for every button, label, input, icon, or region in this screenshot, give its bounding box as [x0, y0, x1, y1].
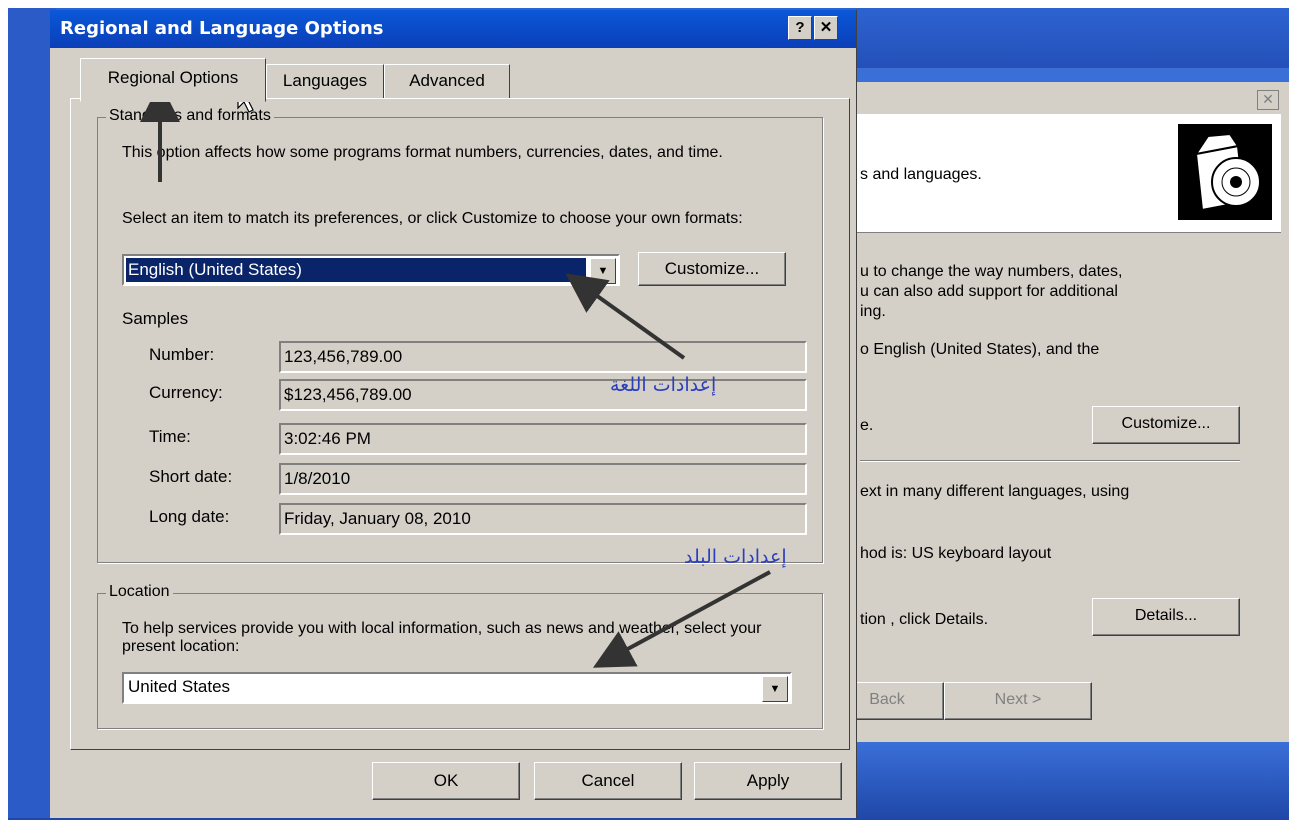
apply-button[interactable]: Apply — [694, 762, 842, 800]
background-next-button[interactable]: Next > — [944, 682, 1092, 720]
sample-label-currency: Currency: — [149, 383, 223, 402]
tab-advanced[interactable]: Advanced — [384, 64, 510, 100]
background-line-8: tion , click Details. — [860, 611, 989, 628]
location-dropdown-value: United States — [128, 677, 231, 696]
sample-value-time: 3:02:46 PM — [279, 423, 807, 455]
background-window-header: s and languages. — [850, 114, 1281, 233]
dialog-title: Regional and Language Options — [60, 18, 384, 39]
screen: ✕ s and languages. u to change the way n… — [0, 0, 1289, 820]
sample-label-number: Number: — [149, 345, 215, 364]
ok-button[interactable]: OK — [372, 762, 520, 800]
standards-group: Standards and formats This option affect… — [97, 107, 823, 563]
help-button[interactable]: ? — [788, 16, 812, 40]
regional-language-dialog: Regional and Language Options ? ✕ Region… — [50, 10, 857, 818]
location-group: Location To help services provide you wi… — [97, 583, 823, 729]
sample-label-time: Time: — [149, 427, 191, 446]
chevron-down-icon[interactable]: ▼ — [590, 258, 616, 284]
tab-panel: Standards and formats This option affect… — [70, 98, 850, 750]
sample-label-long-date: Long date: — [149, 507, 230, 526]
desktop-background-left — [8, 8, 56, 818]
standards-legend: Standards and formats — [106, 107, 274, 125]
select-prompt: Select an item to match its preferences,… — [122, 210, 743, 227]
location-description: To help services provide you with local … — [122, 620, 762, 655]
sample-value-long-date: Friday, January 08, 2010 — [279, 503, 807, 535]
background-wizard-window: ✕ s and languages. u to change the way n… — [830, 82, 1289, 742]
background-line-3: ing. — [860, 303, 886, 320]
tab-languages[interactable]: Languages — [266, 64, 384, 100]
close-button[interactable]: ✕ — [814, 16, 838, 40]
background-separator — [860, 460, 1240, 462]
background-details-button[interactable]: Details... — [1092, 598, 1240, 636]
customize-button[interactable]: Customize... — [638, 252, 786, 286]
language-settings-annotation: إعدادات اللغة — [610, 374, 717, 396]
sample-value-short-date: 1/8/2010 — [279, 463, 807, 495]
background-header-text: s and languages. — [860, 166, 982, 183]
format-dropdown-value: English (United States) — [126, 258, 586, 282]
background-line-2: u can also add support for additional — [860, 283, 1118, 300]
standards-description: This option affects how some programs fo… — [122, 144, 723, 161]
background-window-titlebar: ✕ — [850, 82, 1289, 114]
location-legend: Location — [106, 583, 173, 601]
country-settings-annotation: إعدادات البلد — [684, 546, 787, 568]
background-line-1: u to change the way numbers, dates, — [860, 263, 1123, 280]
background-customize-button[interactable]: Customize... — [1092, 406, 1240, 444]
dialog-titlebar[interactable]: Regional and Language Options ? ✕ — [50, 10, 856, 48]
background-line-4: o English (United States), and the — [860, 341, 1100, 358]
sample-value-number: 123,456,789.00 — [279, 341, 807, 373]
sample-label-short-date: Short date: — [149, 467, 233, 486]
background-line-7: hod is: US keyboard layout — [860, 545, 1052, 562]
background-close-button[interactable]: ✕ — [1257, 90, 1279, 110]
sample-value-currency: $123,456,789.00 — [279, 379, 807, 411]
cd-box-icon — [1178, 124, 1272, 220]
chevron-down-icon[interactable]: ▼ — [762, 676, 788, 702]
background-line-5: e. — [860, 417, 874, 434]
format-dropdown[interactable]: English (United States) ▼ — [122, 254, 620, 286]
tab-regional-options[interactable]: Regional Options — [80, 58, 266, 102]
location-dropdown[interactable]: United States ▼ — [122, 672, 792, 704]
background-line-6: ext in many different languages, using — [860, 483, 1130, 500]
samples-heading: Samples — [122, 309, 189, 328]
cancel-button[interactable]: Cancel — [534, 762, 682, 800]
